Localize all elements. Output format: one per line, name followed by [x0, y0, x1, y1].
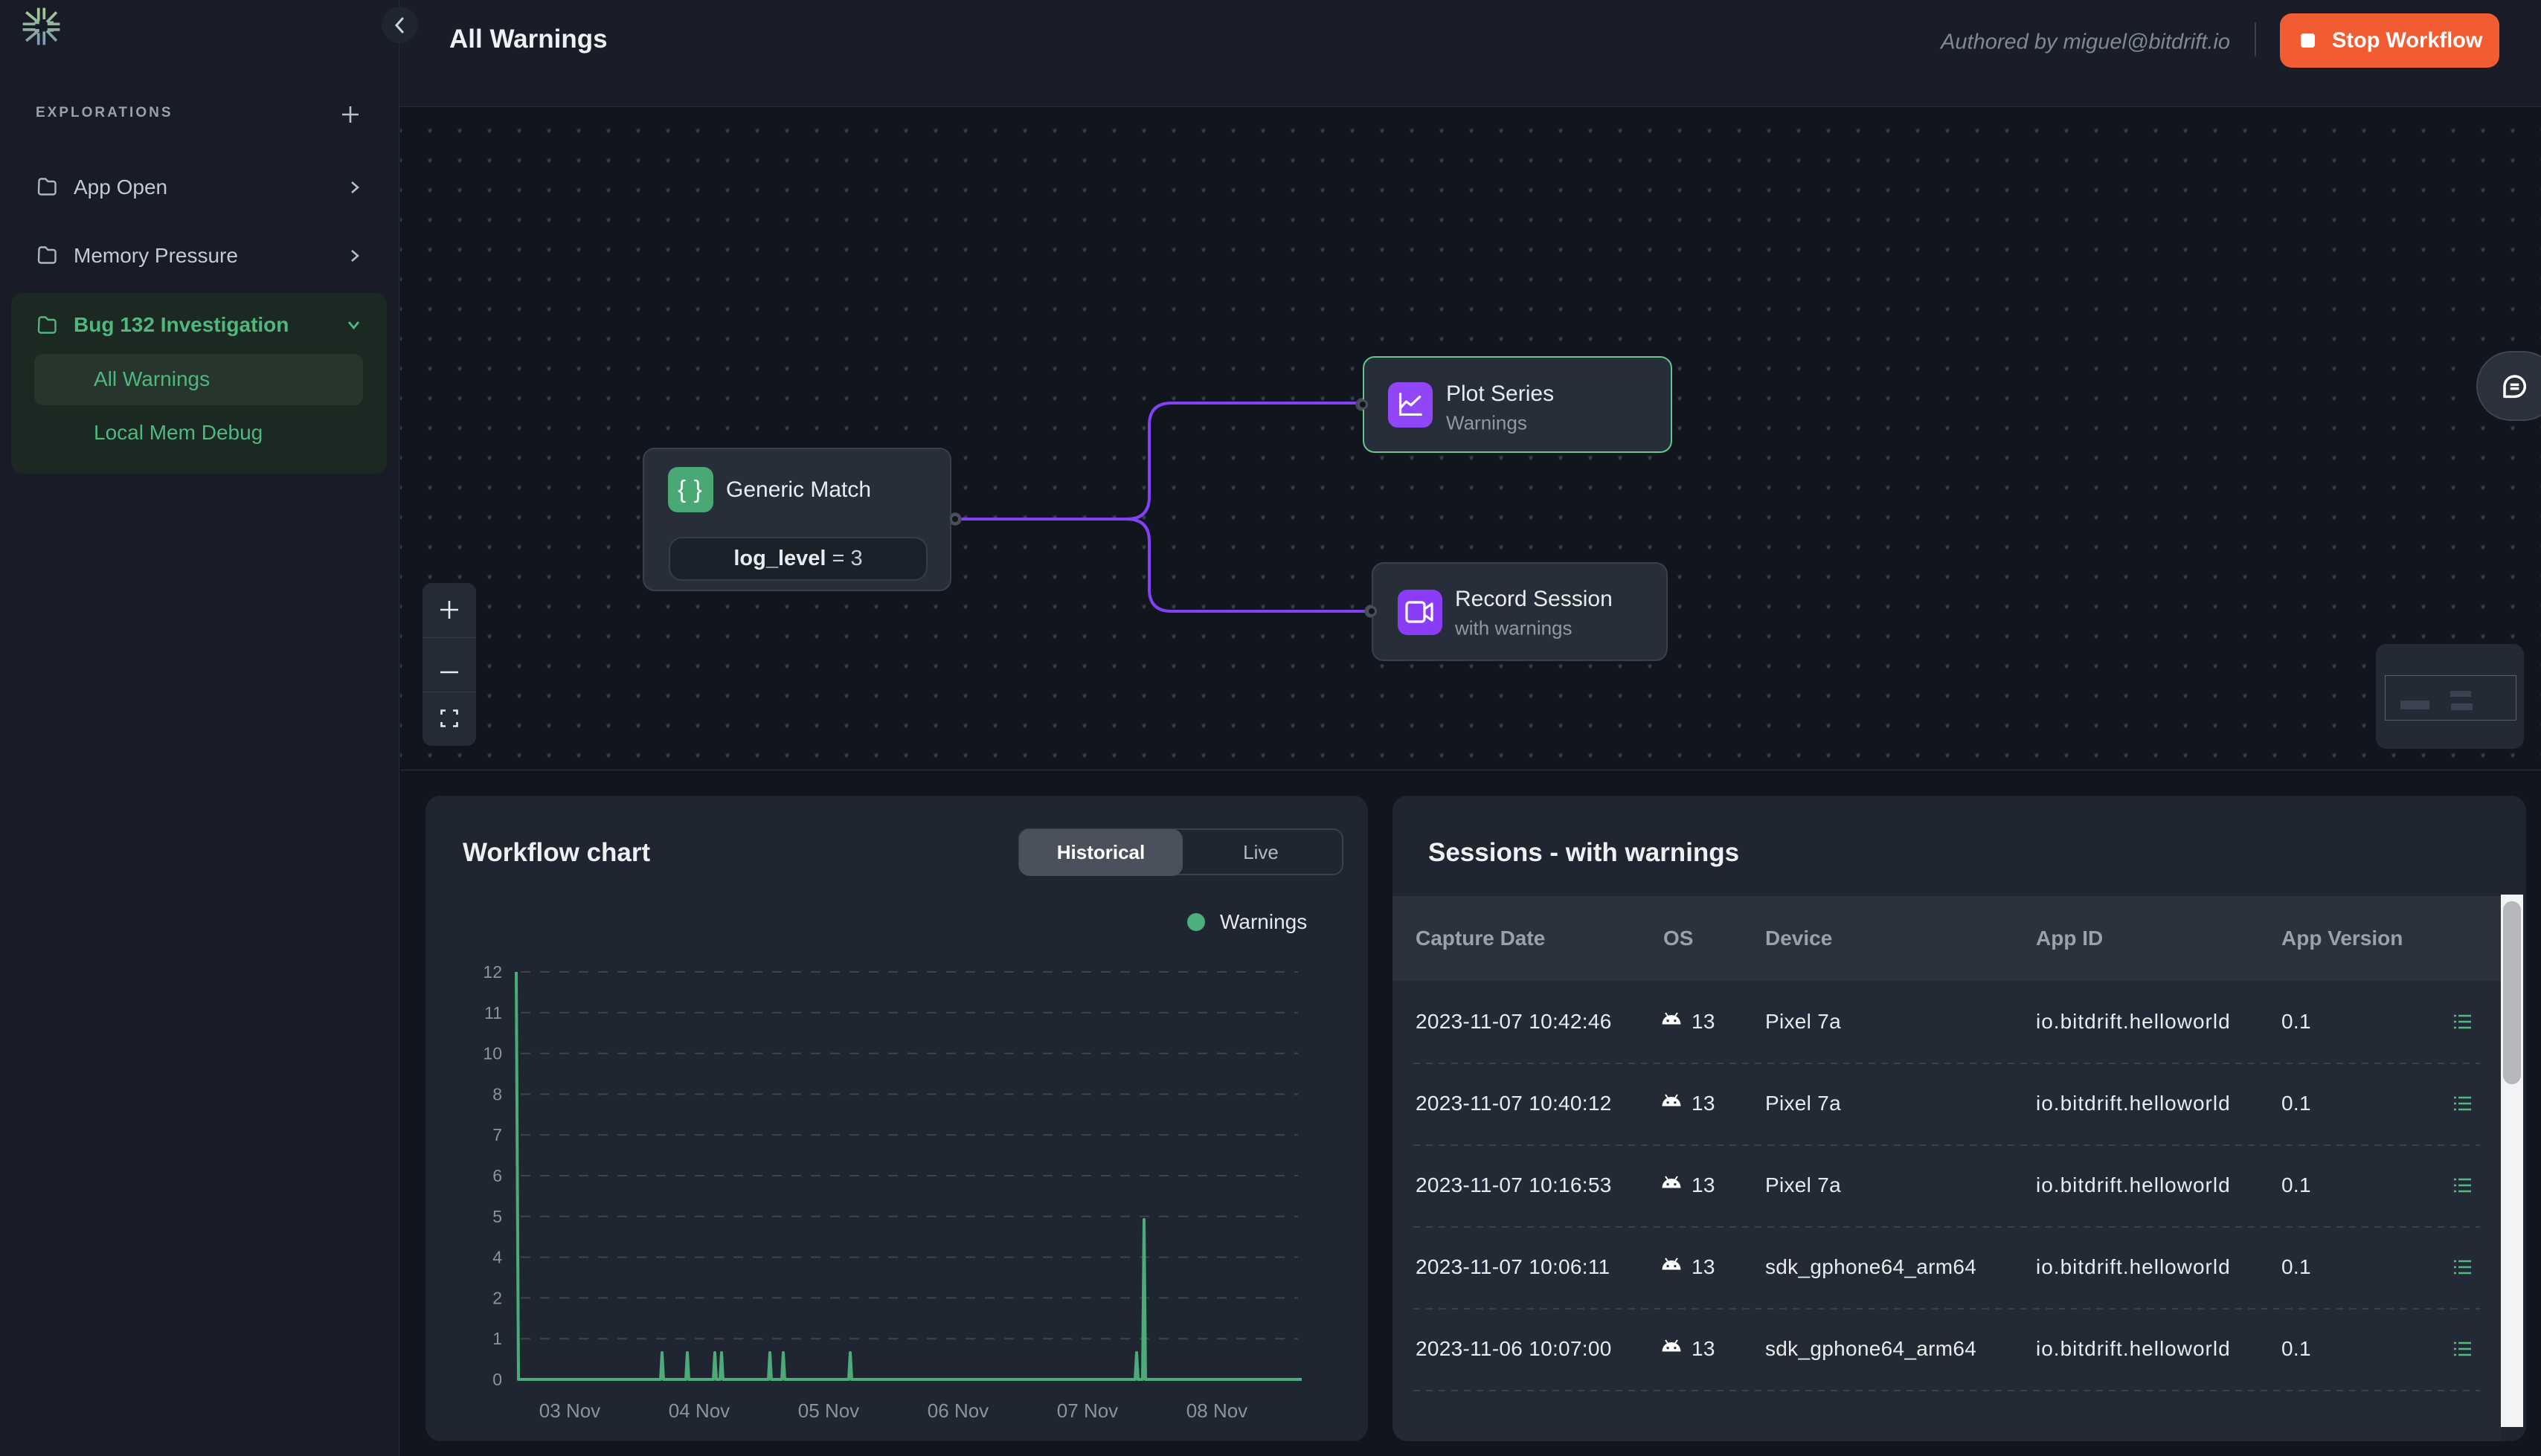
svg-text:8: 8 — [492, 1084, 502, 1104]
svg-text:0: 0 — [492, 1370, 502, 1389]
svg-text:1: 1 — [492, 1329, 502, 1348]
svg-text:04 Nov: 04 Nov — [669, 1399, 730, 1422]
svg-text:11: 11 — [484, 1003, 502, 1022]
svg-text:08 Nov: 08 Nov — [1186, 1399, 1247, 1422]
svg-text:4: 4 — [492, 1248, 502, 1267]
svg-text:7: 7 — [492, 1125, 502, 1144]
svg-text:6: 6 — [492, 1166, 502, 1185]
svg-text:06 Nov: 06 Nov — [928, 1399, 989, 1422]
svg-text:2: 2 — [492, 1288, 502, 1307]
svg-text:12: 12 — [483, 962, 502, 982]
svg-text:07 Nov: 07 Nov — [1057, 1399, 1118, 1422]
svg-text:10: 10 — [483, 1044, 502, 1063]
svg-text:05 Nov: 05 Nov — [798, 1399, 859, 1422]
svg-text:03 Nov: 03 Nov — [539, 1399, 600, 1422]
svg-text:5: 5 — [492, 1207, 502, 1226]
